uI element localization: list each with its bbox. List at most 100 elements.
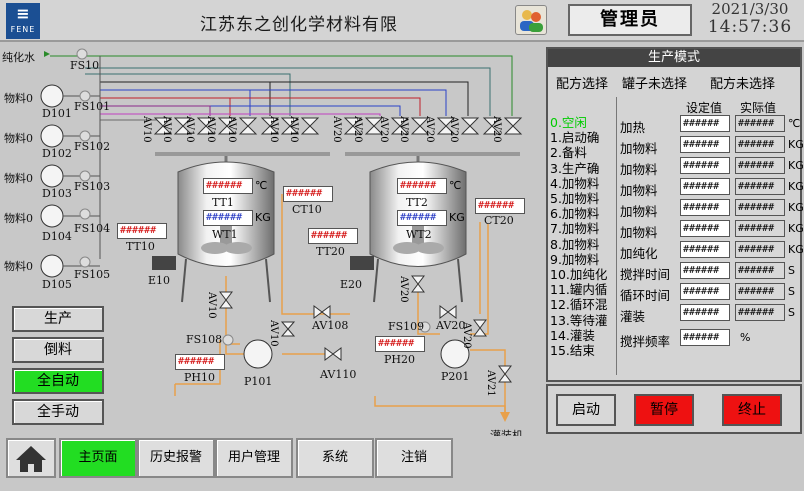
step-item: 4.加物料 [550,175,600,191]
ph201-value: ###### [375,336,425,352]
mode-transfer-button[interactable]: 倒料 [12,337,104,363]
step-item: 12.循环混 [550,297,608,313]
param-set-input[interactable]: ###### [680,178,730,195]
param-label: 加物料 [620,225,658,240]
fs-label-109: FS109 [388,320,425,333]
nav-main-page[interactable]: 主页面 [59,438,137,478]
valve-label-1: AV10 [141,116,152,143]
step-item: 14.灌装 [550,327,595,343]
date-display: 2021/3/30 [711,0,789,18]
step-item: 7.加物料 [550,221,600,237]
tank2-temp-unit: ℃ [449,179,462,192]
home-button[interactable] [6,438,56,478]
tank1-temp-unit: ℃ [255,179,268,192]
param-set-input[interactable]: ###### [680,304,730,321]
param-unit: ℃ [788,117,801,130]
param-unit: S [788,285,795,298]
ph201-label: PH20 [384,353,415,366]
start-button[interactable]: 启动 [556,394,616,426]
panel-title: 生产模式 [548,49,800,67]
nav-system[interactable]: 系统 [296,438,374,478]
param-actual-value: ###### [735,304,785,321]
param-set-input[interactable]: ###### [680,329,730,346]
pump-label-d104: D104 [42,230,72,243]
inlet-label-m2: 物料0 [4,132,33,145]
param-label: 搅拌时间 [620,267,671,282]
step-item: 8.加物料 [550,236,600,252]
bottom-nav: 主页面 历史报警 用户管理 系统 注销 [0,436,804,483]
tank2-temp-value: ###### [397,178,447,194]
tank1-tt-label: TT1 [212,196,234,209]
pump-p201-label: P201 [441,370,470,383]
pause-button[interactable]: 暂停 [634,394,694,426]
ph101-label: PH10 [184,371,215,384]
param-set-input[interactable]: ###### [680,157,730,174]
param-unit: S [788,264,795,277]
step-item: 3.生产确 [550,160,600,176]
inlet-label-m5: 物料0 [4,260,33,273]
tank-select-status: 罐子未选择 [622,77,688,92]
step-item: 2.备料 [550,145,587,161]
nav-alarm-history[interactable]: 历史报警 [137,438,215,478]
user-switch-button[interactable] [515,5,547,35]
param-label: 加热 [620,120,646,135]
header-bar: ≡ FENE 江苏东之创化学材料有限 管理员 2021/3/30 14:57:3… [0,0,804,42]
step-item: 13.等待灌 [550,312,608,328]
tank2-weight-unit: KG [449,211,465,224]
fs-label-2: FS102 [74,140,111,153]
heater-e101-label: E10 [148,274,171,287]
param-unit: KG [788,243,804,256]
param-actual-value: ###### [735,157,785,174]
valve-av208-label: AV20 [398,276,409,303]
param-set-input[interactable]: ###### [680,136,730,153]
mode-production-button[interactable]: 生产 [12,306,104,332]
param-set-input[interactable]: ###### [680,241,730,258]
pump-label-d102: D102 [42,147,72,160]
tt201-value: ###### [308,228,358,244]
param-set-input[interactable]: ###### [680,199,730,216]
valve-label-11: AV20 [398,116,409,143]
fs-label-0: FS10 [70,59,100,72]
nav-logout[interactable]: 注销 [375,438,453,478]
param-unit: KG [788,222,804,235]
pump-label-d103: D103 [42,187,72,200]
param-set-input[interactable]: ###### [680,220,730,237]
valve-av108-label: AV108 [312,319,349,332]
nav-user-management[interactable]: 用户管理 [215,438,293,478]
valve-label-2: AV10 [161,116,172,143]
recipe-select-button[interactable]: 配方选择 [556,73,608,92]
step-item: 1.启动确 [550,130,600,146]
tank2-tt-label: TT2 [406,196,428,209]
mode-full-manual-button[interactable]: 全手动 [12,399,104,425]
valve-label-6: AV10 [268,116,279,143]
stop-button[interactable]: 终止 [722,394,782,426]
logo-mark: ≡ [16,4,30,23]
tank1-weight-unit: KG [255,211,271,224]
param-set-input[interactable]: ###### [680,262,730,279]
valve-label-9: AV20 [352,116,363,143]
fs-label-5: FS105 [74,268,111,281]
param-label: 加物料 [620,183,658,198]
valve-label-14: AV20 [491,116,502,143]
valve-label-7: AV10 [288,116,299,143]
inlet-label-m3: 物料0 [4,172,33,185]
valve-label-4: AV10 [205,116,216,143]
valve-av107-label: AV10 [206,292,217,319]
param-unit: KG [788,201,804,214]
param-actual-value: ###### [735,178,785,195]
mode-full-auto-button[interactable]: 全自动 [12,368,104,394]
ph101-value: ###### [175,354,225,370]
param-label: 加物料 [620,141,658,156]
tt101-label: TT10 [126,240,155,253]
tank1-weight-value: ###### [203,210,253,226]
pump-p101-label: P101 [244,375,273,388]
current-user-role[interactable]: 管理员 [568,4,692,36]
step-item: 15.结束 [550,343,595,359]
time-display: 14:57:36 [707,17,793,37]
param-set-input[interactable]: ###### [680,115,730,132]
param-actual-value: ###### [735,136,785,153]
step-item: 9.加物料 [550,251,600,267]
tank1-wt-label: WT1 [212,228,238,241]
ct201-value: ###### [475,198,525,214]
param-set-input[interactable]: ###### [680,283,730,300]
